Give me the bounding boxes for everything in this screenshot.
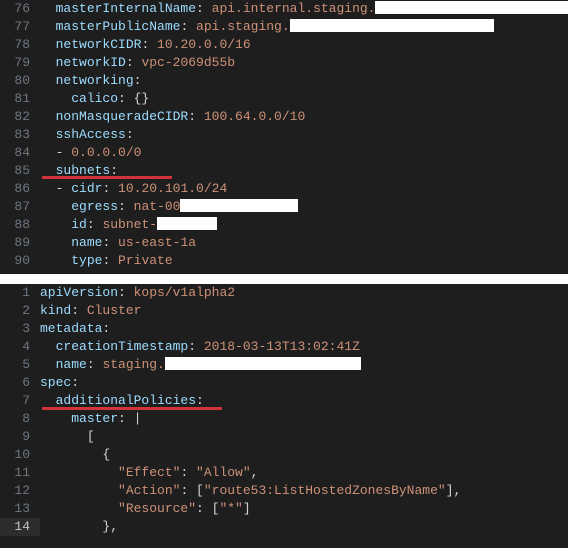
code-content: [ — [40, 428, 95, 446]
code-content: creationTimestamp: 2018-03-13T13:02:41Z — [40, 338, 360, 356]
line-number: 89 — [0, 234, 40, 252]
code-content: metadata: — [40, 320, 110, 338]
line-number: 2 — [0, 302, 40, 320]
code-content: kind: Cluster — [40, 302, 141, 320]
line-number: 7 — [0, 392, 40, 410]
code-line[interactable]: 4 creationTimestamp: 2018-03-13T13:02:41… — [0, 338, 568, 356]
code-content: nonMasqueradeCIDR: 100.64.0.0/10 — [40, 108, 305, 126]
code-line[interactable]: 2kind: Cluster — [0, 302, 568, 320]
redaction-block — [165, 357, 361, 370]
code-content: - 0.0.0.0/0 — [40, 144, 141, 162]
code-line[interactable]: 79 networkID: vpc-2069d55b — [0, 54, 568, 72]
redaction-block — [157, 217, 217, 230]
code-content: networkCIDR: 10.20.0.0/16 — [40, 36, 251, 54]
line-number: 1 — [0, 284, 40, 302]
code-content: networkID: vpc-2069d55b — [40, 54, 235, 72]
code-line[interactable]: 80 networking: — [0, 72, 568, 90]
redaction-block — [375, 1, 568, 14]
line-number: 12 — [0, 482, 40, 500]
line-number: 79 — [0, 54, 40, 72]
line-number: 9 — [0, 428, 40, 446]
line-number: 11 — [0, 464, 40, 482]
code-line[interactable]: 3metadata: — [0, 320, 568, 338]
code-line[interactable]: 11 "Effect": "Allow", — [0, 464, 568, 482]
line-number: 80 — [0, 72, 40, 90]
code-line[interactable]: 90 type: Private — [0, 252, 568, 270]
code-line[interactable]: 88 id: subnet- — [0, 216, 568, 234]
code-content: "Resource": ["*"] — [40, 500, 251, 518]
code-content: "Effect": "Allow", — [40, 464, 258, 482]
code-content: type: Private — [40, 252, 173, 270]
code-content: { — [40, 446, 110, 464]
code-line[interactable]: 86 - cidr: 10.20.101.0/24 — [0, 180, 568, 198]
code-content: networking: — [40, 72, 141, 90]
redaction-block — [290, 19, 494, 32]
code-line[interactable]: 10 { — [0, 446, 568, 464]
line-number: 85 — [0, 162, 40, 180]
code-line[interactable]: 83 sshAccess: — [0, 126, 568, 144]
line-number: 10 — [0, 446, 40, 464]
code-line[interactable]: 87 egress: nat-00 — [0, 198, 568, 216]
code-editor-top: 76 masterInternalName: api.internal.stag… — [0, 0, 568, 274]
line-number: 8 — [0, 410, 40, 428]
code-line[interactable]: 76 masterInternalName: api.internal.stag… — [0, 0, 568, 18]
code-line[interactable]: 77 masterPublicName: api.staging. — [0, 18, 568, 36]
code-content: id: subnet- — [40, 216, 217, 234]
line-number: 78 — [0, 36, 40, 54]
code-content: egress: nat-00 — [40, 198, 298, 216]
code-content: calico: {} — [40, 90, 149, 108]
code-content: name: us-east-1a — [40, 234, 196, 252]
code-line[interactable]: 5 name: staging. — [0, 356, 568, 374]
code-content: "Action": ["route53:ListHostedZonesByNam… — [40, 482, 461, 500]
code-line[interactable]: 13 "Resource": ["*"] — [0, 500, 568, 518]
line-number: 3 — [0, 320, 40, 338]
code-content: masterInternalName: api.internal.staging… — [40, 0, 568, 18]
code-line[interactable]: 8 master: | — [0, 410, 568, 428]
line-number: 5 — [0, 356, 40, 374]
code-line[interactable]: 9 [ — [0, 428, 568, 446]
code-editor-bottom: 1apiVersion: kops/v1alpha22kind: Cluster… — [0, 284, 568, 548]
code-content: }, — [40, 518, 118, 536]
line-number: 13 — [0, 500, 40, 518]
line-number: 82 — [0, 108, 40, 126]
code-line[interactable]: 1apiVersion: kops/v1alpha2 — [0, 284, 568, 302]
code-line[interactable]: 84 - 0.0.0.0/0 — [0, 144, 568, 162]
line-number: 4 — [0, 338, 40, 356]
code-content: master: | — [40, 410, 141, 428]
code-content: sshAccess: — [40, 126, 134, 144]
redaction-block — [180, 199, 298, 212]
line-number: 87 — [0, 198, 40, 216]
line-number: 81 — [0, 90, 40, 108]
code-content: name: staging. — [40, 356, 361, 374]
code-content: masterPublicName: api.staging. — [40, 18, 494, 36]
highlight-underline-top — [42, 176, 172, 179]
code-content: - cidr: 10.20.101.0/24 — [40, 180, 227, 198]
line-number: 83 — [0, 126, 40, 144]
line-number: 76 — [0, 0, 40, 18]
code-line[interactable]: 82 nonMasqueradeCIDR: 100.64.0.0/10 — [0, 108, 568, 126]
line-number: 84 — [0, 144, 40, 162]
highlight-underline-bottom — [42, 407, 222, 410]
code-content: apiVersion: kops/v1alpha2 — [40, 284, 235, 302]
line-number: 90 — [0, 252, 40, 270]
line-number: 86 — [0, 180, 40, 198]
code-line[interactable]: 81 calico: {} — [0, 90, 568, 108]
line-number: 6 — [0, 374, 40, 392]
code-line[interactable]: 14 }, — [0, 518, 568, 536]
code-line[interactable]: 6spec: — [0, 374, 568, 392]
code-line[interactable]: 89 name: us-east-1a — [0, 234, 568, 252]
code-content: spec: — [40, 374, 79, 392]
code-line[interactable]: 12 "Action": ["route53:ListHostedZonesBy… — [0, 482, 568, 500]
line-number: 14 — [0, 518, 40, 536]
image-gap — [0, 274, 568, 284]
code-line[interactable]: 78 networkCIDR: 10.20.0.0/16 — [0, 36, 568, 54]
line-number: 88 — [0, 216, 40, 234]
line-number: 77 — [0, 18, 40, 36]
